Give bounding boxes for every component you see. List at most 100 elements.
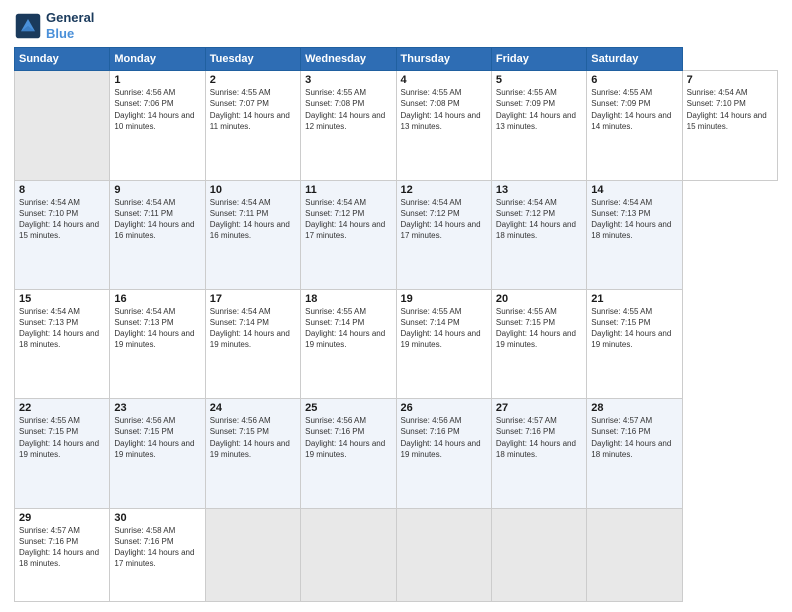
day-cell: 14Sunrise: 4:54 AMSunset: 7:13 PMDayligh… xyxy=(587,180,682,289)
day-cell: 26Sunrise: 4:56 AMSunset: 7:16 PMDayligh… xyxy=(396,399,491,508)
day-cell xyxy=(301,508,396,601)
day-number: 30 xyxy=(114,512,200,524)
day-number: 4 xyxy=(401,74,487,86)
col-header-wednesday: Wednesday xyxy=(301,48,396,71)
day-info: Sunrise: 4:55 AMSunset: 7:15 PMDaylight:… xyxy=(19,415,105,460)
day-info: Sunrise: 4:54 AMSunset: 7:12 PMDaylight:… xyxy=(496,197,582,242)
calendar-body: 1Sunrise: 4:56 AMSunset: 7:06 PMDaylight… xyxy=(15,71,778,602)
day-cell: 18Sunrise: 4:55 AMSunset: 7:14 PMDayligh… xyxy=(301,289,396,398)
day-info: Sunrise: 4:55 AMSunset: 7:07 PMDaylight:… xyxy=(210,87,296,132)
day-info: Sunrise: 4:56 AMSunset: 7:15 PMDaylight:… xyxy=(114,415,200,460)
day-cell: 13Sunrise: 4:54 AMSunset: 7:12 PMDayligh… xyxy=(491,180,586,289)
day-cell: 21Sunrise: 4:55 AMSunset: 7:15 PMDayligh… xyxy=(587,289,682,398)
week-row-0: 1Sunrise: 4:56 AMSunset: 7:06 PMDaylight… xyxy=(15,71,778,180)
day-info: Sunrise: 4:56 AMSunset: 7:06 PMDaylight:… xyxy=(114,87,200,132)
day-info: Sunrise: 4:57 AMSunset: 7:16 PMDaylight:… xyxy=(496,415,582,460)
day-info: Sunrise: 4:54 AMSunset: 7:11 PMDaylight:… xyxy=(210,197,296,242)
day-number: 27 xyxy=(496,402,582,414)
col-header-monday: Monday xyxy=(110,48,205,71)
day-cell: 27Sunrise: 4:57 AMSunset: 7:16 PMDayligh… xyxy=(491,399,586,508)
day-cell: 17Sunrise: 4:54 AMSunset: 7:14 PMDayligh… xyxy=(205,289,300,398)
day-cell: 11Sunrise: 4:54 AMSunset: 7:12 PMDayligh… xyxy=(301,180,396,289)
day-cell: 30Sunrise: 4:58 AMSunset: 7:16 PMDayligh… xyxy=(110,508,205,601)
day-number: 17 xyxy=(210,293,296,305)
day-number: 22 xyxy=(19,402,105,414)
day-cell: 10Sunrise: 4:54 AMSunset: 7:11 PMDayligh… xyxy=(205,180,300,289)
day-info: Sunrise: 4:55 AMSunset: 7:08 PMDaylight:… xyxy=(401,87,487,132)
col-header-friday: Friday xyxy=(491,48,586,71)
day-number: 28 xyxy=(591,402,677,414)
day-number: 5 xyxy=(496,74,582,86)
day-info: Sunrise: 4:56 AMSunset: 7:16 PMDaylight:… xyxy=(401,415,487,460)
day-number: 7 xyxy=(687,74,773,86)
day-cell: 1Sunrise: 4:56 AMSunset: 7:06 PMDaylight… xyxy=(110,71,205,180)
day-info: Sunrise: 4:57 AMSunset: 7:16 PMDaylight:… xyxy=(19,525,105,570)
day-info: Sunrise: 4:56 AMSunset: 7:15 PMDaylight:… xyxy=(210,415,296,460)
day-cell xyxy=(205,508,300,601)
day-cell: 20Sunrise: 4:55 AMSunset: 7:15 PMDayligh… xyxy=(491,289,586,398)
day-info: Sunrise: 4:54 AMSunset: 7:10 PMDaylight:… xyxy=(19,197,105,242)
day-number: 3 xyxy=(305,74,391,86)
day-info: Sunrise: 4:55 AMSunset: 7:15 PMDaylight:… xyxy=(591,306,677,351)
week-row-1: 8Sunrise: 4:54 AMSunset: 7:10 PMDaylight… xyxy=(15,180,778,289)
col-header-thursday: Thursday xyxy=(396,48,491,71)
logo-text: General Blue xyxy=(46,10,94,41)
day-cell: 12Sunrise: 4:54 AMSunset: 7:12 PMDayligh… xyxy=(396,180,491,289)
day-cell: 23Sunrise: 4:56 AMSunset: 7:15 PMDayligh… xyxy=(110,399,205,508)
day-cell: 22Sunrise: 4:55 AMSunset: 7:15 PMDayligh… xyxy=(15,399,110,508)
day-info: Sunrise: 4:58 AMSunset: 7:16 PMDaylight:… xyxy=(114,525,200,570)
day-number: 25 xyxy=(305,402,391,414)
col-header-sunday: Sunday xyxy=(15,48,110,71)
day-number: 12 xyxy=(401,184,487,196)
day-number: 19 xyxy=(401,293,487,305)
day-number: 2 xyxy=(210,74,296,86)
day-cell: 7Sunrise: 4:54 AMSunset: 7:10 PMDaylight… xyxy=(682,71,777,180)
day-number: 13 xyxy=(496,184,582,196)
day-number: 8 xyxy=(19,184,105,196)
day-number: 29 xyxy=(19,512,105,524)
day-cell: 5Sunrise: 4:55 AMSunset: 7:09 PMDaylight… xyxy=(491,71,586,180)
day-number: 6 xyxy=(591,74,677,86)
day-info: Sunrise: 4:55 AMSunset: 7:14 PMDaylight:… xyxy=(305,306,391,351)
day-info: Sunrise: 4:54 AMSunset: 7:11 PMDaylight:… xyxy=(114,197,200,242)
day-cell: 28Sunrise: 4:57 AMSunset: 7:16 PMDayligh… xyxy=(587,399,682,508)
week-row-2: 15Sunrise: 4:54 AMSunset: 7:13 PMDayligh… xyxy=(15,289,778,398)
day-number: 9 xyxy=(114,184,200,196)
calendar-table: SundayMondayTuesdayWednesdayThursdayFrid… xyxy=(14,47,778,602)
day-info: Sunrise: 4:54 AMSunset: 7:13 PMDaylight:… xyxy=(591,197,677,242)
day-cell: 19Sunrise: 4:55 AMSunset: 7:14 PMDayligh… xyxy=(396,289,491,398)
day-cell: 15Sunrise: 4:54 AMSunset: 7:13 PMDayligh… xyxy=(15,289,110,398)
day-cell: 6Sunrise: 4:55 AMSunset: 7:09 PMDaylight… xyxy=(587,71,682,180)
day-info: Sunrise: 4:54 AMSunset: 7:13 PMDaylight:… xyxy=(19,306,105,351)
day-cell: 3Sunrise: 4:55 AMSunset: 7:08 PMDaylight… xyxy=(301,71,396,180)
week-row-4: 29Sunrise: 4:57 AMSunset: 7:16 PMDayligh… xyxy=(15,508,778,601)
day-info: Sunrise: 4:55 AMSunset: 7:09 PMDaylight:… xyxy=(496,87,582,132)
day-info: Sunrise: 4:55 AMSunset: 7:08 PMDaylight:… xyxy=(305,87,391,132)
week-row-3: 22Sunrise: 4:55 AMSunset: 7:15 PMDayligh… xyxy=(15,399,778,508)
day-number: 24 xyxy=(210,402,296,414)
day-cell xyxy=(587,508,682,601)
day-cell xyxy=(15,71,110,180)
day-info: Sunrise: 4:55 AMSunset: 7:09 PMDaylight:… xyxy=(591,87,677,132)
day-info: Sunrise: 4:54 AMSunset: 7:10 PMDaylight:… xyxy=(687,87,773,132)
day-cell: 16Sunrise: 4:54 AMSunset: 7:13 PMDayligh… xyxy=(110,289,205,398)
day-cell: 25Sunrise: 4:56 AMSunset: 7:16 PMDayligh… xyxy=(301,399,396,508)
header: General Blue xyxy=(14,10,778,41)
day-cell: 8Sunrise: 4:54 AMSunset: 7:10 PMDaylight… xyxy=(15,180,110,289)
day-number: 18 xyxy=(305,293,391,305)
day-info: Sunrise: 4:57 AMSunset: 7:16 PMDaylight:… xyxy=(591,415,677,460)
calendar-page: General Blue SundayMondayTuesdayWednesda… xyxy=(0,0,792,612)
day-cell: 4Sunrise: 4:55 AMSunset: 7:08 PMDaylight… xyxy=(396,71,491,180)
day-number: 11 xyxy=(305,184,391,196)
logo: General Blue xyxy=(14,10,94,41)
day-cell: 9Sunrise: 4:54 AMSunset: 7:11 PMDaylight… xyxy=(110,180,205,289)
day-cell xyxy=(491,508,586,601)
day-number: 16 xyxy=(114,293,200,305)
day-cell: 2Sunrise: 4:55 AMSunset: 7:07 PMDaylight… xyxy=(205,71,300,180)
day-number: 26 xyxy=(401,402,487,414)
day-number: 20 xyxy=(496,293,582,305)
day-number: 10 xyxy=(210,184,296,196)
day-info: Sunrise: 4:54 AMSunset: 7:12 PMDaylight:… xyxy=(401,197,487,242)
day-info: Sunrise: 4:54 AMSunset: 7:12 PMDaylight:… xyxy=(305,197,391,242)
day-info: Sunrise: 4:55 AMSunset: 7:15 PMDaylight:… xyxy=(496,306,582,351)
